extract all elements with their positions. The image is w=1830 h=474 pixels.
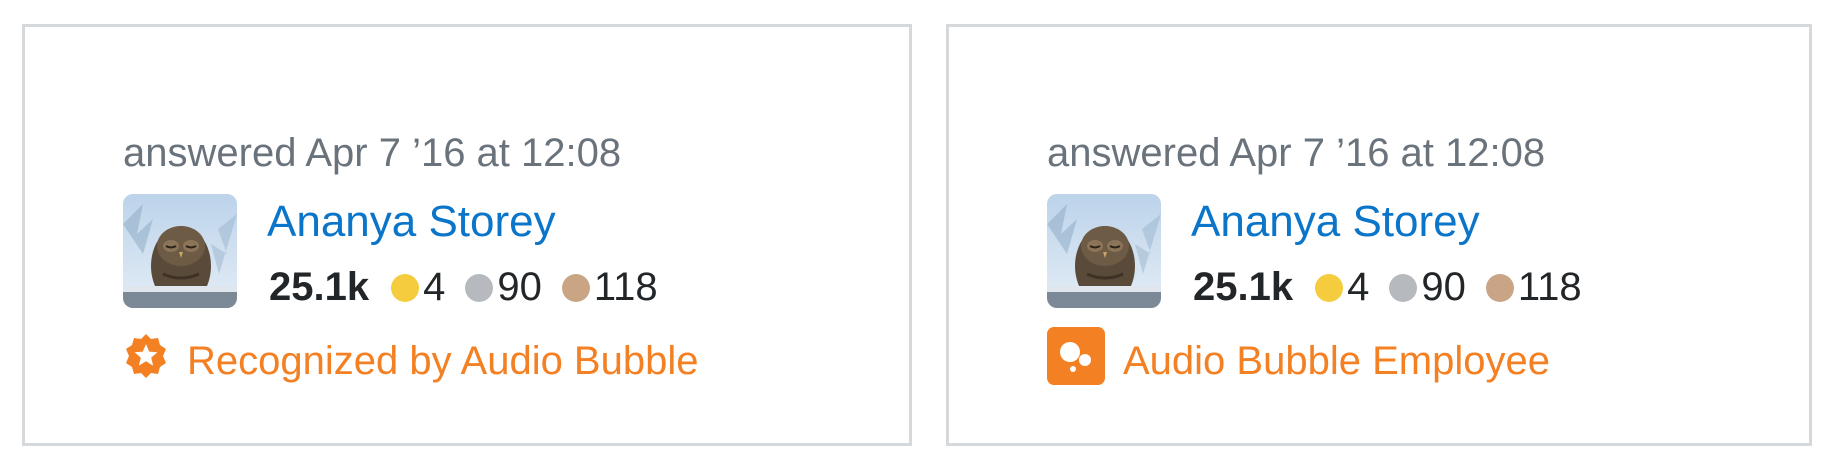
user-card-employee: answered Apr 7 ’16 at 12:08 Ananya Store…	[946, 24, 1812, 446]
user-stats: 25.1k 4 90 118	[1193, 265, 1602, 310]
gold-badge-count: 4	[1315, 265, 1369, 310]
silver-badge-count: 90	[465, 265, 542, 310]
gold-badge-value: 4	[423, 265, 446, 309]
owl-avatar-icon	[123, 194, 237, 308]
flair-text: Recognized by Audio Bubble	[187, 338, 699, 383]
user-name-link[interactable]: Ananya Storey	[1191, 197, 1480, 247]
employee-flair[interactable]: Audio Bubble Employee	[1047, 327, 1550, 395]
gold-badge-value: 4	[1347, 265, 1370, 309]
user-avatar[interactable]	[123, 194, 237, 308]
bronze-badge-count: 118	[561, 265, 658, 310]
reputation-score: 25.1k	[269, 265, 370, 309]
flair-text: Audio Bubble Employee	[1123, 338, 1550, 383]
answered-timestamp: answered Apr 7 ’16 at 12:08	[123, 131, 622, 175]
gold-badge-icon	[391, 273, 420, 302]
silver-badge-icon	[465, 273, 494, 302]
silver-badge-value: 90	[1421, 265, 1466, 309]
bronze-badge-count: 118	[1485, 265, 1582, 310]
star-badge-icon	[123, 333, 169, 389]
bronze-badge-value: 118	[1517, 265, 1582, 309]
user-name-link[interactable]: Ananya Storey	[267, 197, 556, 247]
answered-timestamp: answered Apr 7 ’16 at 12:08	[1047, 131, 1546, 175]
bronze-badge-value: 118	[593, 265, 658, 309]
gold-badge-icon	[1315, 273, 1344, 302]
bronze-badge-icon	[1485, 273, 1514, 302]
user-stats: 25.1k 4 90 118	[269, 265, 678, 310]
audio-bubble-logo-icon	[1047, 327, 1105, 395]
recognized-flair[interactable]: Recognized by Audio Bubble	[123, 333, 698, 389]
silver-badge-count: 90	[1389, 265, 1466, 310]
user-avatar[interactable]	[1047, 194, 1161, 308]
reputation-score: 25.1k	[1193, 265, 1294, 309]
silver-badge-icon	[1389, 273, 1418, 302]
bronze-badge-icon	[561, 273, 590, 302]
user-card-recognized: answered Apr 7 ’16 at 12:08 Ananya Store…	[22, 24, 912, 446]
gold-badge-count: 4	[391, 265, 445, 310]
owl-avatar-icon	[1047, 194, 1161, 308]
silver-badge-value: 90	[497, 265, 542, 309]
